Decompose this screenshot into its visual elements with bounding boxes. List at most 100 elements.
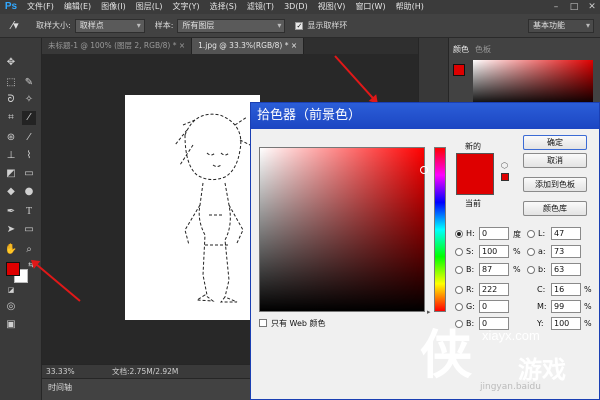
tab-color[interactable]: 颜色 bbox=[453, 44, 469, 55]
quick-mask-icon[interactable]: ◎ bbox=[4, 300, 18, 314]
menu-edit[interactable]: 编辑(E) bbox=[59, 0, 96, 14]
l-radio[interactable] bbox=[527, 229, 535, 238]
g-radio[interactable] bbox=[455, 302, 463, 311]
magic-wand-tool-icon[interactable]: ✧ bbox=[22, 93, 36, 107]
l-field-label[interactable]: L: bbox=[527, 227, 545, 240]
document-canvas[interactable] bbox=[125, 95, 260, 320]
l-input[interactable]: 47 bbox=[551, 227, 581, 240]
ok-button[interactable]: 确定 bbox=[523, 135, 587, 150]
hand-tool-icon[interactable]: ✋ bbox=[4, 243, 18, 257]
color-libraries-button[interactable]: 颜色库 bbox=[523, 201, 587, 216]
add-to-swatches-button[interactable]: 添加到色板 bbox=[523, 177, 587, 192]
r-input[interactable]: 222 bbox=[479, 283, 509, 296]
b-input[interactable]: 87 bbox=[479, 263, 509, 276]
color-panel-spectrum[interactable] bbox=[473, 60, 593, 106]
g-label: G: bbox=[466, 302, 475, 311]
timeline-tab[interactable]: 时间轴 bbox=[48, 382, 72, 393]
eyedropper-tool-icon-active[interactable]: ⁄ bbox=[22, 111, 36, 125]
color-picker-marker[interactable] bbox=[420, 166, 428, 174]
menu-filter[interactable]: 滤镜(T) bbox=[242, 0, 279, 14]
panel-foreground-swatch[interactable] bbox=[453, 64, 465, 76]
pen-tool-icon[interactable]: ✒ bbox=[4, 205, 18, 219]
s-radio[interactable] bbox=[455, 247, 463, 256]
photoshop-logo: Ps bbox=[4, 1, 18, 12]
screen-mode-icon[interactable]: ▣ bbox=[4, 318, 18, 332]
marquee-tool-icon[interactable]: ⬚ bbox=[4, 76, 18, 90]
a-input[interactable]: 73 bbox=[551, 245, 581, 258]
tab-1-jpg[interactable]: 1.jpg @ 33.3%(RGB/8) * × bbox=[192, 38, 305, 54]
stamp-tool-icon[interactable]: ⊥ bbox=[4, 149, 18, 163]
r-radio[interactable] bbox=[455, 285, 463, 294]
lasso-tool-icon[interactable]: ᘐ bbox=[4, 93, 18, 107]
g-input[interactable]: 0 bbox=[479, 300, 509, 313]
tab-close-icon[interactable]: × bbox=[179, 41, 185, 50]
hue-slider-handle-icon[interactable]: ▸ bbox=[427, 308, 431, 316]
show-ring-checkbox[interactable]: ✓ bbox=[295, 21, 304, 30]
path-select-tool-icon[interactable]: ➤ bbox=[4, 223, 18, 237]
menu-view[interactable]: 视图(V) bbox=[313, 0, 351, 14]
cancel-button[interactable]: 取消 bbox=[523, 153, 587, 168]
crop-tool-icon[interactable]: ⌗ bbox=[4, 111, 18, 125]
menu-layer[interactable]: 图层(L) bbox=[131, 0, 168, 14]
g-field-label[interactable]: G: bbox=[455, 300, 475, 313]
b-radio[interactable] bbox=[455, 265, 463, 274]
a-radio[interactable] bbox=[527, 247, 535, 256]
sample-size-select[interactable]: 取样点 bbox=[74, 18, 145, 33]
lab-b-radio[interactable] bbox=[527, 265, 535, 274]
type-tool-icon[interactable]: T bbox=[22, 205, 36, 219]
gradient-tool-icon[interactable]: ▭ bbox=[22, 167, 36, 181]
saturation-brightness-field[interactable] bbox=[259, 147, 428, 312]
only-web-colors-checkbox[interactable] bbox=[259, 319, 267, 327]
brush-tool-icon[interactable]: ⁄ bbox=[22, 131, 36, 145]
spot-heal-tool-icon[interactable]: ⊛ bbox=[4, 131, 18, 145]
eyedropper-tool-icon[interactable]: ⁄▾ bbox=[0, 19, 30, 32]
watermark-sub: jingyan.baidu bbox=[480, 382, 541, 392]
hue-slider[interactable] bbox=[434, 147, 446, 312]
move-tool-icon[interactable]: ✥ bbox=[4, 56, 18, 70]
lab-b-field-label[interactable]: b: bbox=[527, 263, 546, 276]
close-window-button[interactable]: ✕ bbox=[584, 0, 600, 14]
dialog-title: 拾色器（前景色） bbox=[251, 103, 599, 129]
h-field-label[interactable]: H: bbox=[455, 227, 475, 240]
b-field-label[interactable]: B: bbox=[455, 263, 474, 276]
r-field-label[interactable]: R: bbox=[455, 283, 474, 296]
h-input[interactable]: 0 bbox=[479, 227, 509, 240]
watermark-brand: 游戏 bbox=[518, 356, 566, 384]
foreground-color-swatch[interactable] bbox=[6, 262, 20, 276]
tab-close-icon[interactable]: × bbox=[291, 41, 297, 50]
maximize-button[interactable]: □ bbox=[566, 0, 582, 14]
menu-window[interactable]: 窗口(W) bbox=[350, 0, 390, 14]
tab-swatches[interactable]: 色板 bbox=[475, 44, 491, 55]
b-label: B: bbox=[466, 265, 475, 274]
s-input[interactable]: 100 bbox=[479, 245, 509, 258]
workspace-select[interactable]: 基本功能 bbox=[528, 19, 594, 33]
dodge-tool-icon[interactable]: ● bbox=[22, 185, 36, 199]
lab-b-input[interactable]: 63 bbox=[551, 263, 581, 276]
c-input[interactable]: 16 bbox=[551, 283, 581, 296]
m-input[interactable]: 99 bbox=[551, 300, 581, 313]
tab-untitled-1[interactable]: 未标题-1 @ 100% (图层 2, RGB/8) * × bbox=[42, 38, 193, 54]
minimize-button[interactable]: – bbox=[548, 0, 564, 14]
menu-file[interactable]: 文件(F) bbox=[22, 0, 59, 14]
zoom-level[interactable]: 33.33% bbox=[46, 365, 75, 379]
shape-tool-icon[interactable]: ▭ bbox=[22, 223, 36, 237]
blur-tool-icon[interactable]: ◆ bbox=[4, 185, 18, 199]
sample-layers-select[interactable]: 所有图层 bbox=[177, 18, 286, 33]
a-field-label[interactable]: a: bbox=[527, 245, 546, 258]
eraser-tool-icon[interactable]: ◩ bbox=[4, 167, 18, 181]
menu-select[interactable]: 选择(S) bbox=[205, 0, 242, 14]
tab-1-jpg-label: 1.jpg @ 33.3%(RGB/8) * bbox=[198, 41, 289, 50]
tab-untitled-1-label: 未标题-1 @ 100% (图层 2, RGB/8) * bbox=[48, 41, 177, 50]
s-field-label[interactable]: S: bbox=[455, 245, 474, 258]
menu-image[interactable]: 图像(I) bbox=[96, 0, 131, 14]
menu-help[interactable]: 帮助(H) bbox=[391, 0, 429, 14]
gamut-warning-icon[interactable] bbox=[501, 173, 509, 181]
h-radio[interactable] bbox=[455, 229, 463, 238]
web-safe-cube-icon[interactable]: ⬡ bbox=[501, 161, 508, 170]
default-colors-icon[interactable]: ◪ bbox=[4, 283, 18, 297]
m-unit: % bbox=[584, 302, 592, 311]
quick-select-tool-icon[interactable]: ✎ bbox=[22, 76, 36, 90]
menu-3d[interactable]: 3D(D) bbox=[279, 0, 313, 14]
menu-type[interactable]: 文字(Y) bbox=[167, 0, 204, 14]
history-brush-tool-icon[interactable]: ⌇ bbox=[22, 149, 36, 163]
